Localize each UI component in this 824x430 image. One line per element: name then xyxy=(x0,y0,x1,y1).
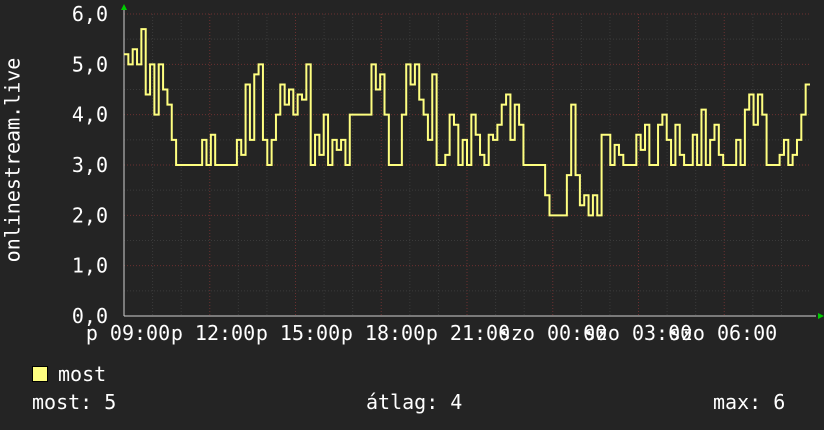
y-tick-label: 4,0 xyxy=(72,103,108,127)
x-tick-label: szo 06:00 xyxy=(669,321,777,345)
x-tick-label: p 18:00 xyxy=(341,321,425,345)
stat-current: most: 5 xyxy=(32,390,117,414)
legend: most xyxy=(32,362,106,386)
legend-label-most: most xyxy=(58,362,107,386)
y-axis-label: onlinestream.live xyxy=(0,57,25,263)
y-axis-arrow xyxy=(121,4,127,10)
x-tick-label: p 15:00 xyxy=(256,321,340,345)
x-axis-arrow xyxy=(818,313,824,319)
y-tick-label: 3,0 xyxy=(72,153,108,177)
stat-max: max: 6 xyxy=(713,390,786,414)
y-tick-label: 1,0 xyxy=(72,254,108,278)
x-tick-label: p 12:00 xyxy=(171,321,255,345)
y-tick-label: 6,0 xyxy=(72,2,108,26)
line-chart: 0,01,02,03,04,05,06,0p 09:00 p 12:00 p 15:… xyxy=(72,2,824,345)
x-tick-label: p 09:00 xyxy=(86,321,170,345)
x-tick-label: p 21:00 xyxy=(426,321,510,345)
y-tick-label: 2,0 xyxy=(72,203,108,227)
y-tick-label: 5,0 xyxy=(72,52,108,76)
y-axis-title: onlinestream.live xyxy=(0,0,25,320)
legend-swatch-most xyxy=(32,366,48,382)
chart-root: 0,0 1,0 2,0 3,0 4,0 5,0 6,0 p 09:00 p 12:00 p 15:… xyxy=(0,0,824,430)
stat-average: átlag: 4 xyxy=(366,390,463,414)
